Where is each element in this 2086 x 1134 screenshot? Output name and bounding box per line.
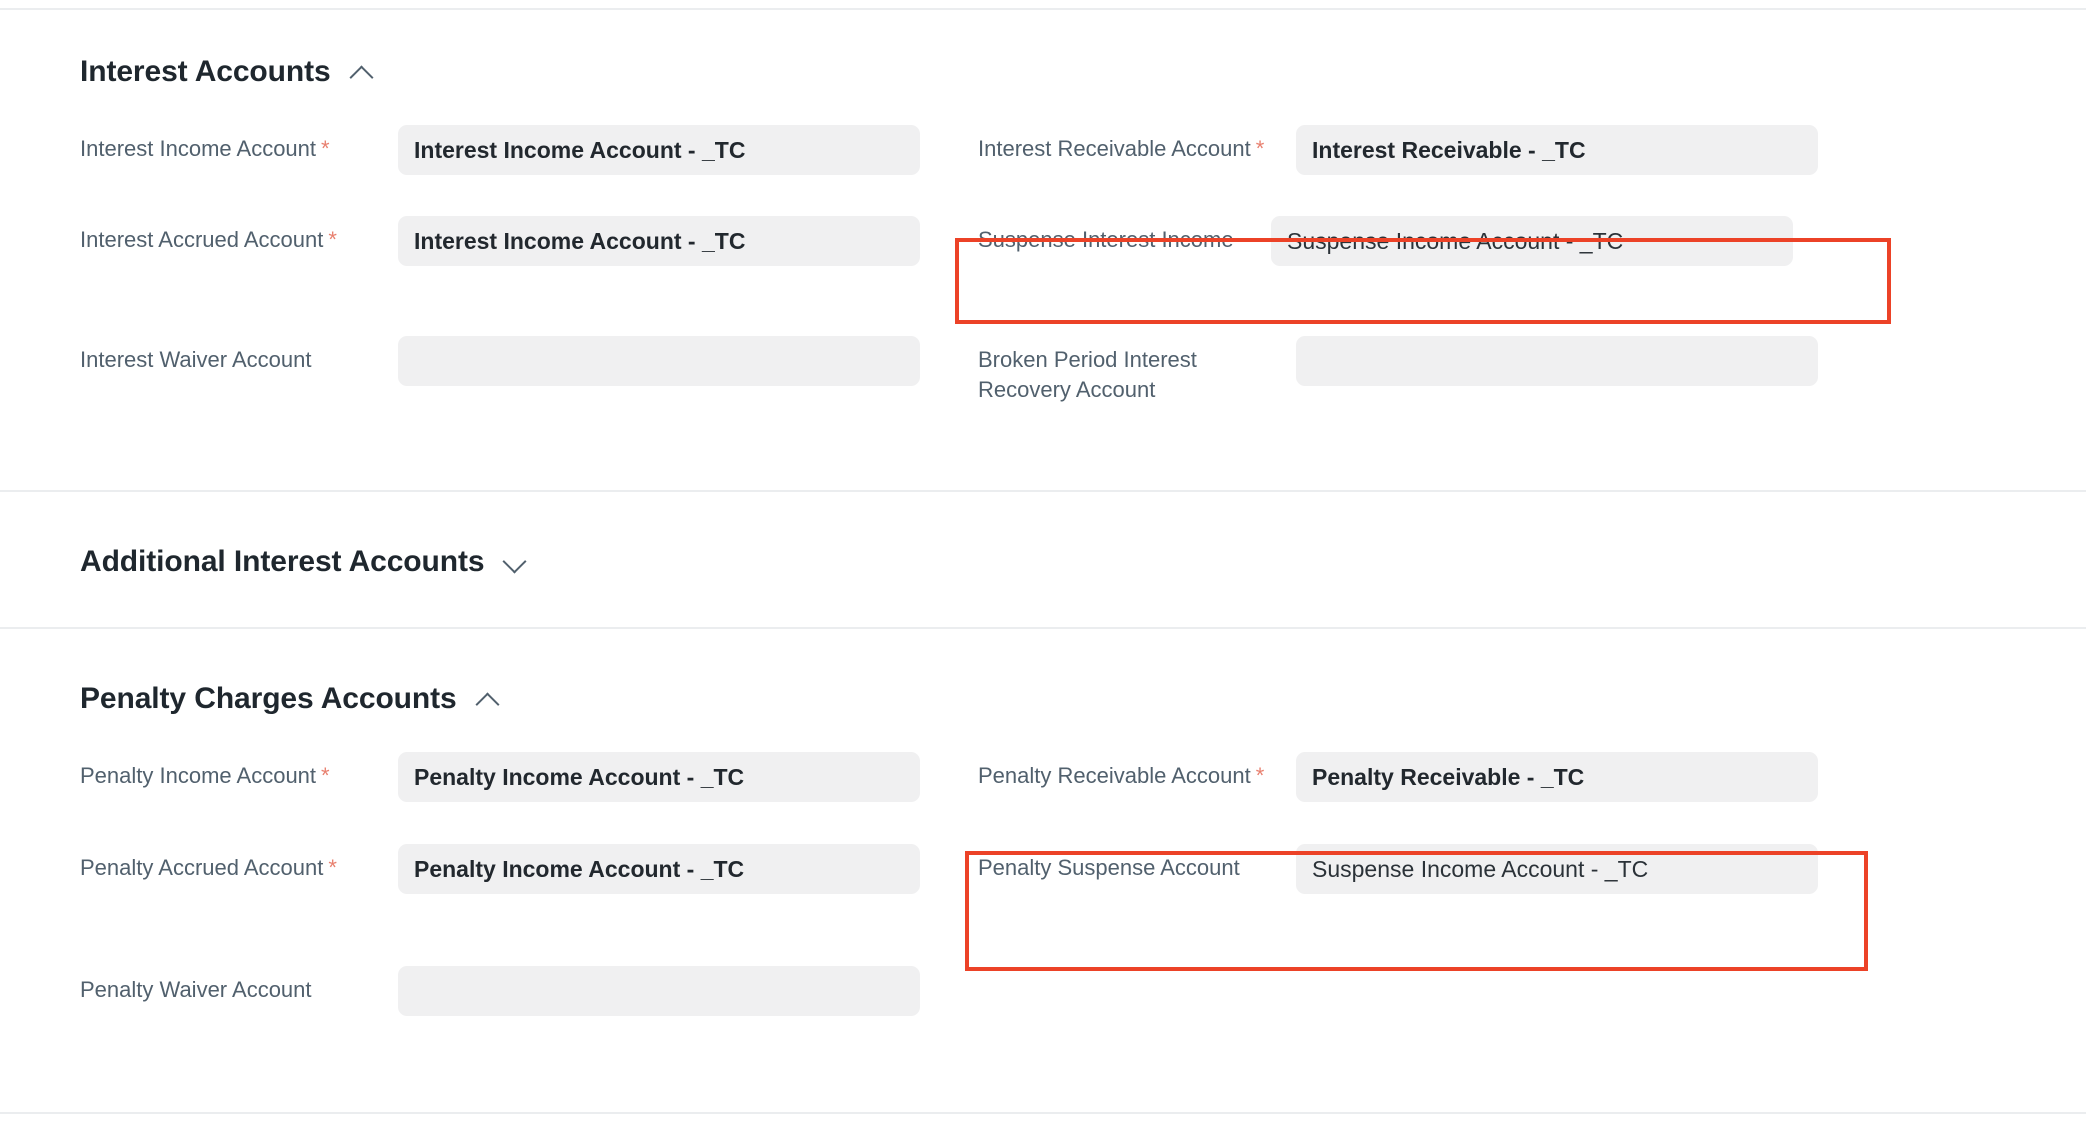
section-title-penalty-charges-accounts: Penalty Charges Accounts (80, 682, 457, 715)
field-label-penalty-receivable-account: Penalty Receivable Account * (978, 763, 1265, 788)
field-row-broken-period-interest-recovery-account: Broken Period Interest Recovery Account (978, 336, 1818, 405)
field-label-penalty-suspense-account: Penalty Suspense Account (978, 855, 1240, 880)
field-label-interest-receivable-account: Interest Receivable Account * (978, 136, 1265, 161)
field-label-interest-accrued-account: Interest Accrued Account * (80, 227, 337, 252)
accounts-settings-page: Interest Accounts Interest Income Accoun… (0, 0, 2086, 1134)
section-header-additional-interest-accounts[interactable]: Additional Interest Accounts (80, 545, 528, 579)
field-input-penalty-receivable-account[interactable]: Penalty Receivable - _TC (1296, 752, 1818, 802)
field-input-interest-waiver-account[interactable] (398, 336, 920, 386)
field-row-interest-income-account: Interest Income Account * Interest Income… (80, 125, 920, 175)
field-label-interest-waiver-account: Interest Waiver Account (80, 347, 312, 372)
field-row-penalty-accrued-account: Penalty Accrued Account * Penalty Income … (80, 844, 920, 894)
divider-top (0, 8, 2086, 10)
required-asterisk: * (1255, 136, 1265, 161)
field-label-broken-period-interest-recovery-account: Broken Period Interest Recovery Account (978, 347, 1197, 402)
field-input-interest-accrued-account[interactable]: Interest Income Account - _TC (398, 216, 920, 266)
field-label-penalty-accrued-account: Penalty Accrued Account * (80, 855, 337, 880)
field-label-penalty-income-account: Penalty Income Account * (80, 763, 330, 788)
required-asterisk: * (321, 763, 330, 788)
field-row-interest-waiver-account: Interest Waiver Account (80, 336, 920, 386)
divider-after-additional-interest-accounts (0, 627, 2086, 629)
field-row-penalty-suspense-account: Penalty Suspense Account Suspense Income… (978, 844, 1818, 894)
divider-after-interest-accounts (0, 490, 2086, 492)
required-asterisk: * (1255, 763, 1265, 788)
field-row-penalty-waiver-account: Penalty Waiver Account (80, 966, 920, 1016)
field-label-suspense-interest-income: Suspense Interest Income (978, 227, 1234, 252)
section-header-interest-accounts[interactable]: Interest Accounts (80, 55, 375, 89)
field-row-interest-receivable-account: Interest Receivable Account * Interest Re… (978, 125, 1818, 175)
field-row-interest-accrued-account: Interest Accrued Account * Interest Incom… (80, 216, 920, 266)
field-input-penalty-suspense-account[interactable]: Suspense Income Account - _TC (1296, 844, 1818, 894)
required-asterisk: * (328, 855, 337, 880)
field-input-interest-income-account[interactable]: Interest Income Account - _TC (398, 125, 920, 175)
field-input-suspense-interest-income[interactable]: Suspense Income Account - _TC (1271, 216, 1793, 266)
field-row-suspense-interest-income: Suspense Interest Income Suspense Income… (978, 216, 1793, 266)
field-row-penalty-receivable-account: Penalty Receivable Account * Penalty Rece… (978, 752, 1818, 802)
field-input-broken-period-interest-recovery-account[interactable] (1296, 336, 1818, 386)
field-row-penalty-income-account: Penalty Income Account * Penalty Income A… (80, 752, 920, 802)
section-header-penalty-charges-accounts[interactable]: Penalty Charges Accounts (80, 682, 501, 716)
required-asterisk: * (321, 136, 330, 161)
required-asterisk: * (328, 227, 337, 252)
field-input-penalty-accrued-account[interactable]: Penalty Income Account - _TC (398, 844, 920, 894)
chevron-up-icon[interactable] (475, 686, 501, 712)
chevron-down-icon[interactable] (502, 549, 528, 575)
field-label-penalty-waiver-account: Penalty Waiver Account (80, 977, 312, 1002)
section-title-interest-accounts: Interest Accounts (80, 55, 331, 88)
field-input-interest-receivable-account[interactable]: Interest Receivable - _TC (1296, 125, 1818, 175)
chevron-up-icon[interactable] (349, 59, 375, 85)
field-input-penalty-waiver-account[interactable] (398, 966, 920, 1016)
section-title-additional-interest-accounts: Additional Interest Accounts (80, 545, 485, 578)
field-input-penalty-income-account[interactable]: Penalty Income Account - _TC (398, 752, 920, 802)
field-label-interest-income-account: Interest Income Account * (80, 136, 330, 161)
divider-bottom (0, 1112, 2086, 1114)
